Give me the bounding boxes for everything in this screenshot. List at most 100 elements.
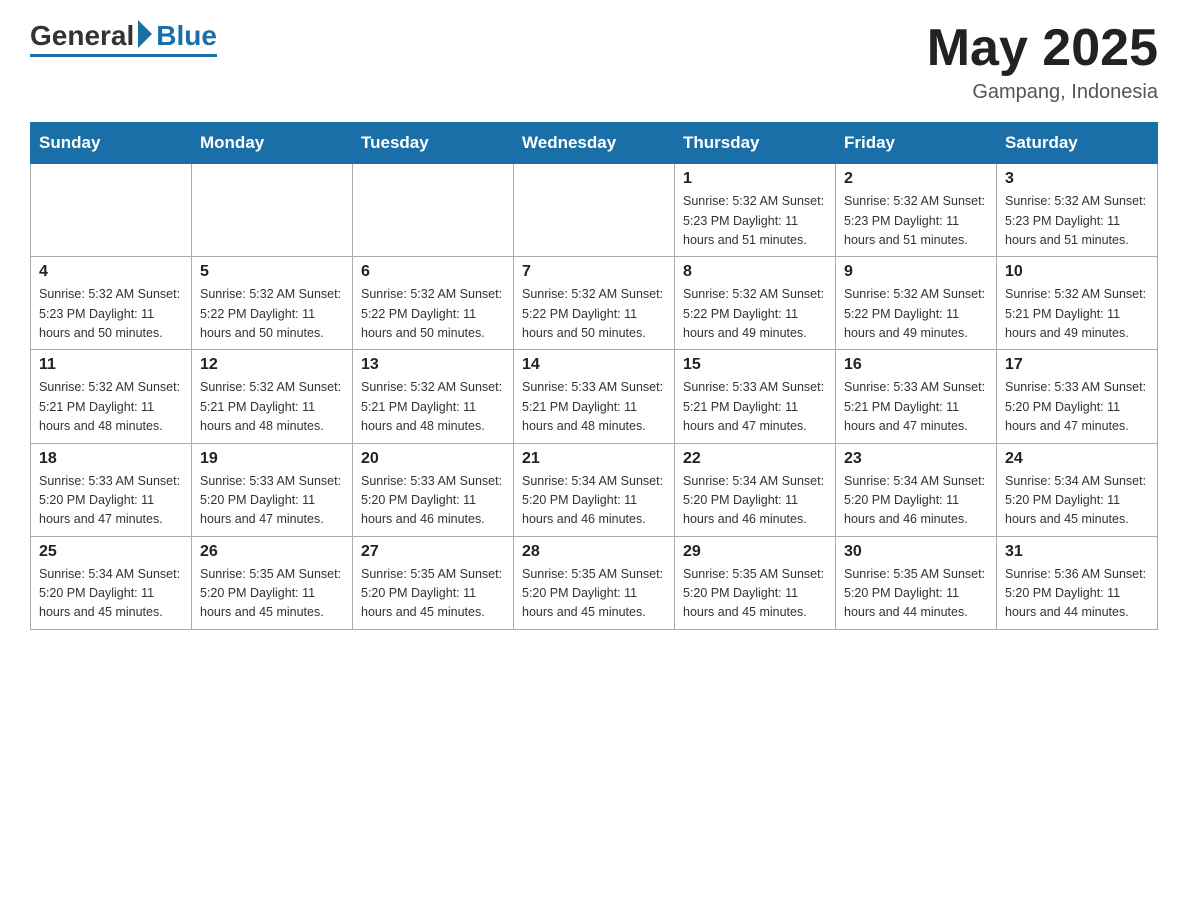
day-info: Sunrise: 5:34 AM Sunset: 5:20 PM Dayligh… xyxy=(1005,472,1149,530)
day-info: Sunrise: 5:35 AM Sunset: 5:20 PM Dayligh… xyxy=(200,565,344,623)
calendar-cell: 31 Sunrise: 5:36 AM Sunset: 5:20 PM Dayli… xyxy=(997,536,1158,629)
day-info: Sunrise: 5:33 AM Sunset: 5:20 PM Dayligh… xyxy=(361,472,505,530)
day-info: Sunrise: 5:33 AM Sunset: 5:21 PM Dayligh… xyxy=(844,378,988,436)
calendar-cell: 12Sunrise: 5:32 AM Sunset: 5:21 PM Dayli… xyxy=(192,350,353,443)
day-info: Sunrise: 5:32 AM Sunset: 5:21 PM Dayligh… xyxy=(361,378,505,436)
day-number: 28 xyxy=(522,543,666,561)
day-info: Sunrise: 5:33 AM Sunset: 5:21 PM Dayligh… xyxy=(683,378,827,436)
calendar-cell: 20 Sunrise: 5:33 AM Sunset: 5:20 PM Dayli… xyxy=(353,443,514,536)
day-info: Sunrise: 5:35 AM Sunset: 5:20 PM Dayligh… xyxy=(522,565,666,623)
day-number: 24 xyxy=(1005,450,1149,468)
calendar-cell: 18Sunrise: 5:33 AM Sunset: 5:20 PM Dayli… xyxy=(31,443,192,536)
day-number: 17 xyxy=(1005,356,1149,374)
day-info: Sunrise: 5:36 AM Sunset: 5:20 PM Dayligh… xyxy=(1005,565,1149,623)
day-number: 25 xyxy=(39,543,183,561)
day-info: Sunrise: 5:35 AM Sunset: 5:20 PM Dayligh… xyxy=(683,565,827,623)
calendar-cell: 13 Sunrise: 5:32 AM Sunset: 5:21 PM Dayli… xyxy=(353,350,514,443)
calendar-cell: 14 Sunrise: 5:33 AM Sunset: 5:21 PM Dayli… xyxy=(514,350,675,443)
day-number: 11 xyxy=(39,356,183,374)
day-info: Sunrise: 5:34 AM Sunset: 5:20 PM Dayligh… xyxy=(683,472,827,530)
calendar-cell: 4 Sunrise: 5:32 AM Sunset: 5:23 PM Daylig… xyxy=(31,257,192,350)
day-info: Sunrise: 5:32 AM Sunset: 5:23 PM Dayligh… xyxy=(844,192,988,250)
calendar-cell: 6Sunrise: 5:32 AM Sunset: 5:22 PM Daylig… xyxy=(353,257,514,350)
day-of-week-header: Saturday xyxy=(997,123,1158,164)
calendar-cell: 23 Sunrise: 5:34 AM Sunset: 5:20 PM Dayli… xyxy=(836,443,997,536)
calendar-cell: 5Sunrise: 5:32 AM Sunset: 5:22 PM Daylig… xyxy=(192,257,353,350)
calendar-week-row: 25 Sunrise: 5:34 AM Sunset: 5:20 PM Dayli… xyxy=(31,536,1158,629)
calendar-cell: 30 Sunrise: 5:35 AM Sunset: 5:20 PM Dayli… xyxy=(836,536,997,629)
calendar-cell: 10Sunrise: 5:32 AM Sunset: 5:21 PM Dayli… xyxy=(997,257,1158,350)
calendar-cell: 7 Sunrise: 5:32 AM Sunset: 5:22 PM Daylig… xyxy=(514,257,675,350)
month-title: May 2025 xyxy=(927,20,1158,77)
calendar-cell: 16 Sunrise: 5:33 AM Sunset: 5:21 PM Dayli… xyxy=(836,350,997,443)
calendar-cell xyxy=(192,164,353,257)
day-info: Sunrise: 5:32 AM Sunset: 5:21 PM Dayligh… xyxy=(39,378,183,436)
day-number: 16 xyxy=(844,356,988,374)
day-of-week-header: Thursday xyxy=(675,123,836,164)
day-info: Sunrise: 5:32 AM Sunset: 5:23 PM Dayligh… xyxy=(39,285,183,343)
calendar-cell: 22 Sunrise: 5:34 AM Sunset: 5:20 PM Dayli… xyxy=(675,443,836,536)
day-info: Sunrise: 5:32 AM Sunset: 5:23 PM Dayligh… xyxy=(1005,192,1149,250)
day-number: 26 xyxy=(200,543,344,561)
day-number: 1 xyxy=(683,170,827,188)
calendar-week-row: 11 Sunrise: 5:32 AM Sunset: 5:21 PM Dayli… xyxy=(31,350,1158,443)
calendar-cell: 3 Sunrise: 5:32 AM Sunset: 5:23 PM Daylig… xyxy=(997,164,1158,257)
day-info: Sunrise: 5:34 AM Sunset: 5:20 PM Dayligh… xyxy=(522,472,666,530)
day-number: 23 xyxy=(844,450,988,468)
day-info: Sunrise: 5:33 AM Sunset: 5:20 PM Dayligh… xyxy=(1005,378,1149,436)
calendar-cell: 19 Sunrise: 5:33 AM Sunset: 5:20 PM Dayli… xyxy=(192,443,353,536)
calendar-cell: 24 Sunrise: 5:34 AM Sunset: 5:20 PM Dayli… xyxy=(997,443,1158,536)
day-number: 29 xyxy=(683,543,827,561)
day-info: Sunrise: 5:32 AM Sunset: 5:22 PM Dayligh… xyxy=(522,285,666,343)
logo-blue-text: Blue xyxy=(156,20,217,52)
day-number: 3 xyxy=(1005,170,1149,188)
calendar-cell: 25 Sunrise: 5:34 AM Sunset: 5:20 PM Dayli… xyxy=(31,536,192,629)
calendar-cell: 15 Sunrise: 5:33 AM Sunset: 5:21 PM Dayli… xyxy=(675,350,836,443)
calendar-cell: 27 Sunrise: 5:35 AM Sunset: 5:20 PM Dayli… xyxy=(353,536,514,629)
calendar-cell: 29 Sunrise: 5:35 AM Sunset: 5:20 PM Dayli… xyxy=(675,536,836,629)
calendar-week-row: 1 Sunrise: 5:32 AM Sunset: 5:23 PM Daylig… xyxy=(31,164,1158,257)
calendar-cell: 26 Sunrise: 5:35 AM Sunset: 5:20 PM Dayli… xyxy=(192,536,353,629)
day-info: Sunrise: 5:34 AM Sunset: 5:20 PM Dayligh… xyxy=(39,565,183,623)
day-number: 7 xyxy=(522,263,666,281)
day-number: 18 xyxy=(39,450,183,468)
calendar-cell: 11 Sunrise: 5:32 AM Sunset: 5:21 PM Dayli… xyxy=(31,350,192,443)
day-number: 20 xyxy=(361,450,505,468)
location-text: Gampang, Indonesia xyxy=(927,81,1158,104)
day-number: 30 xyxy=(844,543,988,561)
calendar-week-row: 4 Sunrise: 5:32 AM Sunset: 5:23 PM Daylig… xyxy=(31,257,1158,350)
day-of-week-header: Friday xyxy=(836,123,997,164)
day-number: 22 xyxy=(683,450,827,468)
page-header: General Blue May 2025 Gampang, Indonesia xyxy=(30,20,1158,104)
day-number: 5 xyxy=(200,263,344,281)
day-number: 27 xyxy=(361,543,505,561)
day-info: Sunrise: 5:34 AM Sunset: 5:20 PM Dayligh… xyxy=(844,472,988,530)
day-number: 4 xyxy=(39,263,183,281)
calendar-cell: 2 Sunrise: 5:32 AM Sunset: 5:23 PM Daylig… xyxy=(836,164,997,257)
calendar-cell xyxy=(31,164,192,257)
day-info: Sunrise: 5:32 AM Sunset: 5:23 PM Dayligh… xyxy=(683,192,827,250)
day-number: 14 xyxy=(522,356,666,374)
day-number: 12 xyxy=(200,356,344,374)
day-of-week-header: Monday xyxy=(192,123,353,164)
day-info: Sunrise: 5:35 AM Sunset: 5:20 PM Dayligh… xyxy=(844,565,988,623)
day-of-week-header: Tuesday xyxy=(353,123,514,164)
calendar-cell: 8Sunrise: 5:32 AM Sunset: 5:22 PM Daylig… xyxy=(675,257,836,350)
day-number: 9 xyxy=(844,263,988,281)
day-info: Sunrise: 5:33 AM Sunset: 5:21 PM Dayligh… xyxy=(522,378,666,436)
calendar-cell: 1 Sunrise: 5:32 AM Sunset: 5:23 PM Daylig… xyxy=(675,164,836,257)
day-info: Sunrise: 5:33 AM Sunset: 5:20 PM Dayligh… xyxy=(200,472,344,530)
logo-arrow-icon xyxy=(138,20,152,48)
day-number: 13 xyxy=(361,356,505,374)
calendar-cell: 28 Sunrise: 5:35 AM Sunset: 5:20 PM Dayli… xyxy=(514,536,675,629)
day-number: 31 xyxy=(1005,543,1149,561)
logo-underline xyxy=(30,54,217,57)
day-number: 15 xyxy=(683,356,827,374)
day-number: 6 xyxy=(361,263,505,281)
day-number: 8 xyxy=(683,263,827,281)
logo: General Blue xyxy=(30,20,217,57)
day-number: 19 xyxy=(200,450,344,468)
calendar-cell: 17 Sunrise: 5:33 AM Sunset: 5:20 PM Dayli… xyxy=(997,350,1158,443)
day-number: 2 xyxy=(844,170,988,188)
day-info: Sunrise: 5:35 AM Sunset: 5:20 PM Dayligh… xyxy=(361,565,505,623)
